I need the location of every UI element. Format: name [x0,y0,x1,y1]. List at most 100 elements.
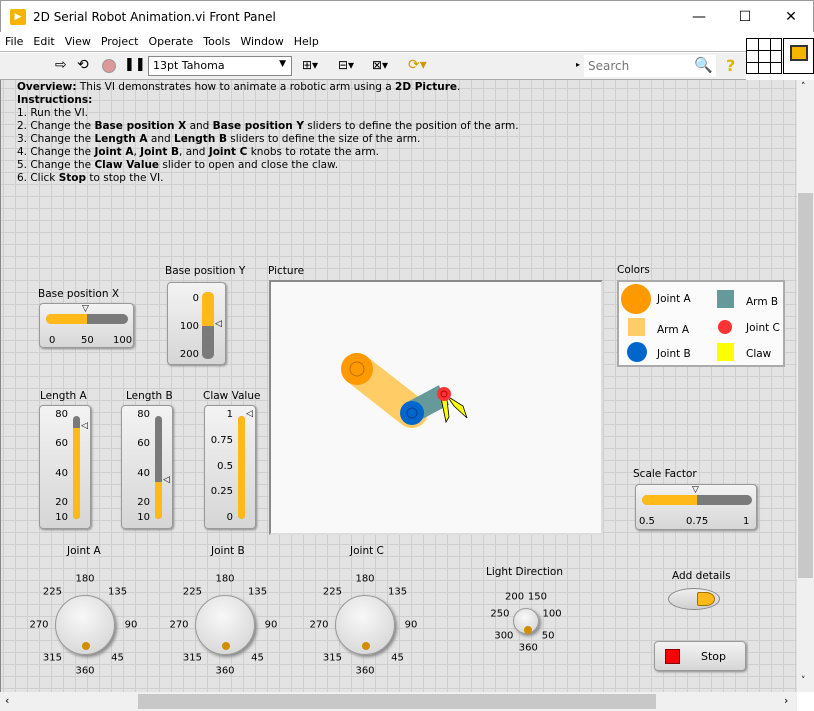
dial-label: 315 [322,652,343,664]
tick-label: 0 [192,293,199,304]
pause-icon[interactable]: ❚❚ [124,57,146,72]
joint-b-swatch [627,342,647,362]
tick-label: 40 [137,467,150,479]
menu-project[interactable]: Project [96,32,144,51]
overview-text: This VI demonstrates how to animate a ro… [76,81,396,93]
tick-label: 50 [81,335,94,346]
add-details-toggle[interactable] [668,588,720,610]
resize-objects-icon[interactable]: ⊠▾ [372,58,388,72]
instruction-text: 4. Change the [17,146,95,158]
slider-thumb[interactable]: ◁ [246,409,253,419]
slider-thumb[interactable]: ◁ [215,319,222,329]
minimize-button[interactable]: — [689,7,709,27]
dial-label: 360 [518,642,538,654]
dial-label: 135 [387,586,408,598]
length-b-slider[interactable]: ◁ 80 60 40 20 10 [121,405,173,529]
robot-arm-drawing [341,353,468,428]
slider-thumb[interactable]: ▽ [692,485,699,495]
slider-thumb[interactable]: ◁ [163,475,170,485]
abort-icon[interactable] [102,59,116,73]
colors-label: Colors [617,264,650,276]
distribute-objects-icon[interactable]: ⊟▾ [338,58,354,72]
title-bar: ▶ 2D Serial Robot Animation.vi Front Pan… [0,0,814,32]
menu-edit[interactable]: Edit [28,32,59,51]
joint-a-swatch [621,284,651,314]
reorder-icon[interactable]: ⟳▾ [408,57,427,73]
dial-label: 225 [322,586,343,598]
base-x-slider[interactable]: ▽ 0 50 100 [39,303,134,348]
slider-thumb[interactable]: ◁ [81,421,88,431]
claw-slider[interactable]: ◁ 1 0.75 0.5 0.25 0 [204,405,256,529]
light-label: Light Direction [486,566,563,578]
instruction-text: sliders to define the position of the ar… [303,120,519,132]
instruction-text: , and [179,146,209,158]
toolbar: ⇨ ⟲ ❚❚ 13pt Tahoma▼ ⊞▾ ⊟▾ ⊠▾ ⟳▾ ▸ 🔍 ? [0,53,746,80]
tick-label: 0.75 [686,516,709,527]
tick-label: 0.5 [639,516,655,527]
instruction-text: 2. Change the [17,120,95,132]
light-knob[interactable] [513,608,539,635]
dial-label: 250 [490,608,510,620]
connector-pane [746,38,782,74]
horizontal-scrollbar[interactable]: ‹ › [0,692,797,711]
tick-label: 40 [55,467,68,479]
align-objects-icon[interactable]: ⊞▾ [302,58,318,72]
length-a-slider[interactable]: ◁ 80 60 40 20 10 [39,405,91,529]
instruction-text: and [147,133,174,145]
horizontal-scroll-thumb[interactable] [138,694,656,709]
dial-label: 90 [264,619,278,631]
joint-a-knob[interactable] [55,595,115,655]
dial-label: 45 [251,652,264,664]
instruction-text: knobs to rotate the arm. [247,146,379,158]
dial-label: 270 [169,619,189,631]
close-button[interactable]: ✕ [781,7,801,27]
joint-c-swatch [718,320,732,334]
vertical-scroll-thumb[interactable] [798,193,813,578]
scroll-left-icon[interactable]: ‹ [5,694,9,707]
scroll-down-icon[interactable]: ˅ [801,676,806,686]
help-icon[interactable]: ? [726,56,735,75]
joint-c-label: Joint C [350,545,384,557]
tick-label: 200 [179,349,199,360]
picture-label: Picture [268,265,305,277]
tick-label: 60 [55,438,68,450]
dial-label: 225 [42,586,63,598]
menu-tools[interactable]: Tools [198,32,235,51]
search-icon[interactable]: 🔍 [694,56,713,74]
tick-label: 0.5 [217,460,233,472]
menu-file[interactable]: File [0,32,28,51]
dial-label: 135 [247,586,268,598]
stop-label: Stop [701,650,727,663]
menu-window[interactable]: Window [235,32,288,51]
base-y-slider[interactable]: ◁ 0 100 200 [167,282,226,365]
scroll-up-icon[interactable]: ˄ [801,82,806,92]
joint-c-knob[interactable] [335,595,395,655]
vertical-scrollbar[interactable]: ˄ ˅ [797,80,814,692]
dial-label: 135 [107,586,128,598]
dial-label: 90 [124,619,138,631]
run-continuously-icon[interactable]: ⟲ [77,57,89,73]
instruction-line: 6. Click Stop to stop the VI. [17,172,519,185]
instruction-text: Joint C [208,146,248,158]
font-select[interactable]: 13pt Tahoma ▼ [148,56,292,76]
slider-thumb[interactable]: ▽ [82,304,89,314]
menu-operate[interactable]: Operate [143,32,198,51]
legend-label: Joint A [657,293,691,305]
menu-view[interactable]: View [60,32,96,51]
menu-help[interactable]: Help [289,32,324,51]
maximize-button[interactable]: ☐ [735,7,755,27]
instruction-text: Base position X [94,120,187,132]
instruction-line: 1. Run the VI. [17,107,519,120]
instruction-line: 4. Change the Joint A, Joint B, and Join… [17,146,519,159]
scale-factor-slider[interactable]: ▽ 0.5 0.75 1 [635,484,757,530]
scroll-right-icon[interactable]: › [784,694,788,707]
run-icon[interactable]: ⇨ [55,57,67,73]
joint-b-knob[interactable] [195,595,255,655]
tick-label: 100 [179,321,199,332]
picture-display [269,280,603,535]
expand-arrow-icon[interactable]: ▸ [576,60,580,69]
dial-label: 360 [215,665,235,677]
tick-label: 80 [55,409,68,420]
dial-label: 360 [355,665,375,677]
stop-button[interactable]: Stop [654,641,746,671]
